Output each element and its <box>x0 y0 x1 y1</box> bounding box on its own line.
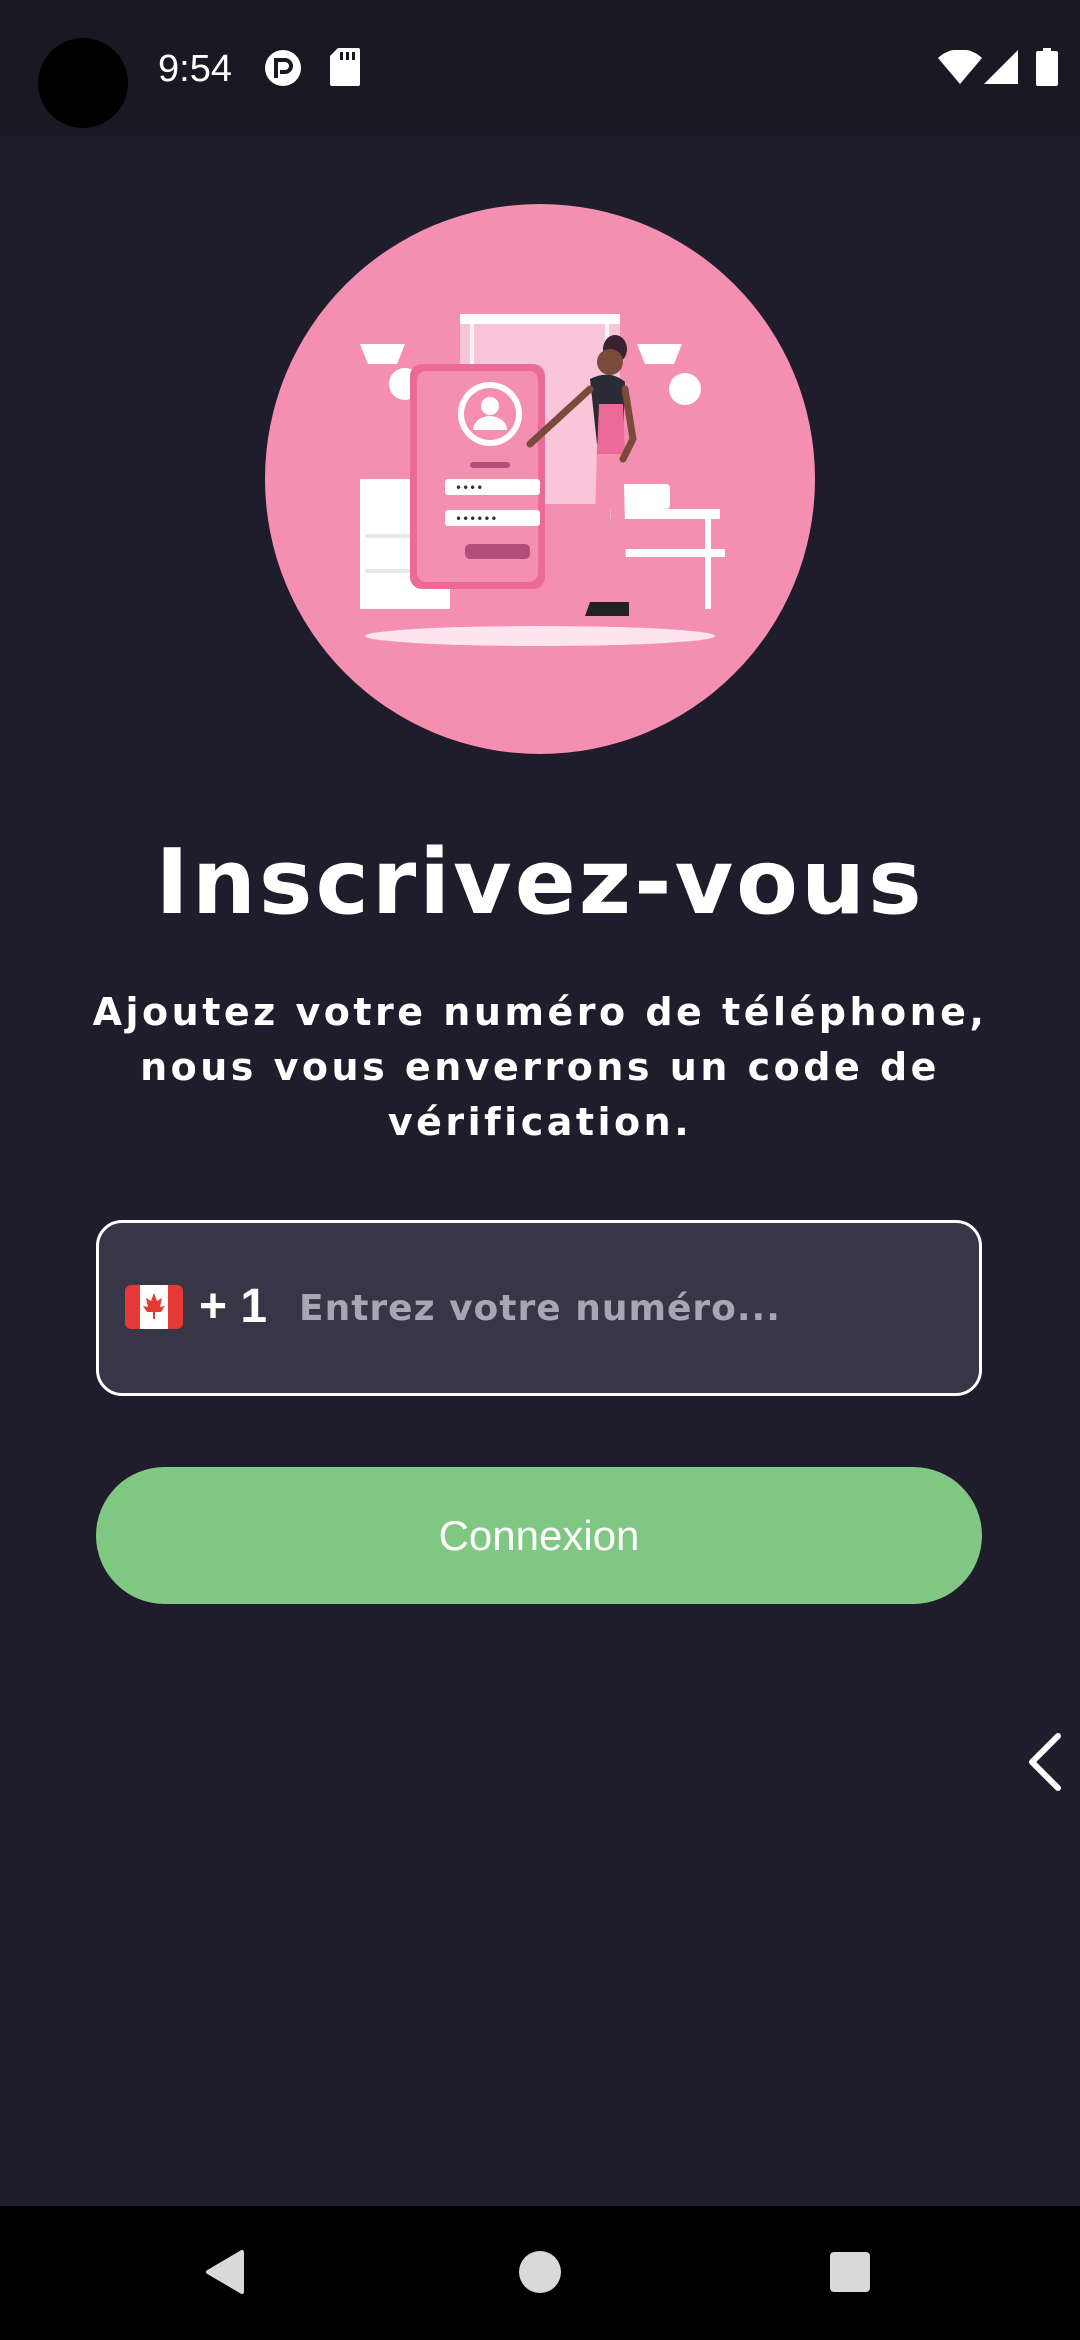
page-title: Inscrivez-vous <box>155 830 925 935</box>
svg-text:••••: •••• <box>455 481 483 495</box>
camera-cutout <box>38 38 128 128</box>
status-bar: 9:54 <box>0 0 1080 136</box>
sd-card-icon <box>330 48 360 90</box>
back-triangle-icon[interactable] <box>196 2242 256 2302</box>
country-code[interactable]: + 1 <box>199 1277 267 1337</box>
app-notification-icon <box>263 48 303 92</box>
page-subtitle: Ajoutez votre numéro de téléphone, nous … <box>92 990 988 1144</box>
signup-screen: 9:54 •••• •••••• Inscrivez-vous Ajoutez … <box>0 0 1080 2340</box>
svg-text:••••••: •••••• <box>455 512 497 526</box>
chevron-left-icon[interactable] <box>1020 1732 1070 1792</box>
sign-up-illustration: •••• •••••• <box>265 204 815 754</box>
system-navigation-bar <box>0 2206 1080 2340</box>
cellular-signal-icon <box>984 50 1018 88</box>
wifi-icon <box>938 49 982 88</box>
phone-number-input[interactable] <box>299 1273 939 1343</box>
phone-number-field[interactable]: + 1 <box>96 1220 982 1396</box>
canada-flag-icon[interactable] <box>125 1285 183 1329</box>
battery-icon <box>1036 48 1058 90</box>
recents-square-icon[interactable] <box>820 2242 880 2302</box>
home-circle-icon[interactable] <box>510 2242 570 2302</box>
connexion-button[interactable]: Connexion <box>96 1467 982 1604</box>
status-time: 9:54 <box>158 48 232 90</box>
